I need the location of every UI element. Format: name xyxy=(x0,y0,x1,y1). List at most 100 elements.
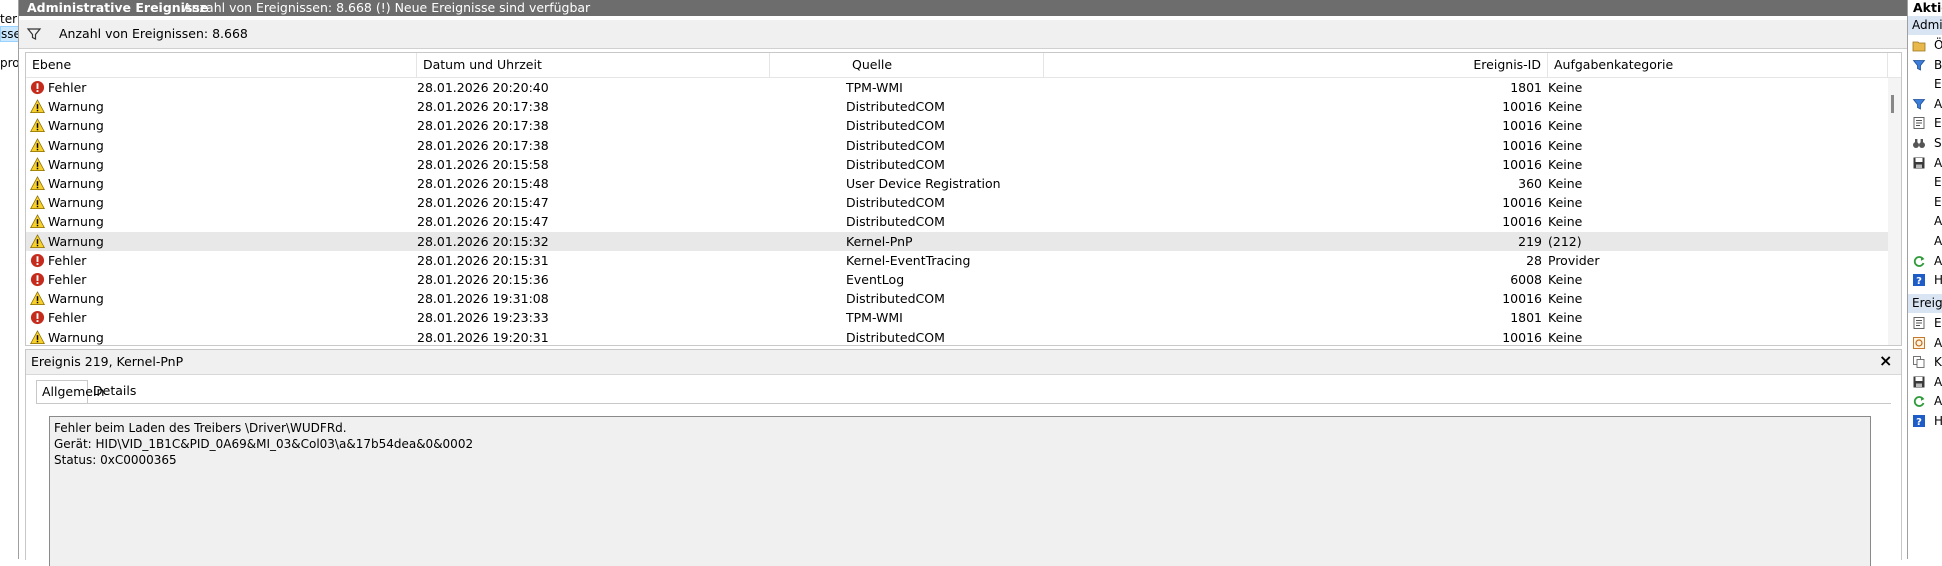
error-icon xyxy=(30,80,45,95)
action-item[interactable]: ?H xyxy=(1912,271,1942,290)
cell-date: 28.01.2026 20:15:31 xyxy=(417,252,549,268)
actions-list: AdmiÖBEAESAEEAAA?HEreigEAKAA?H xyxy=(1908,0,1942,559)
cell-date: 28.01.2026 19:31:08 xyxy=(417,291,549,307)
event-list-scrollbar[interactable] xyxy=(1888,78,1901,345)
level-label: Warnung xyxy=(48,99,104,115)
table-row[interactable]: Fehler 28.01.2026 19:23:33 TPM-WMI 1801 Kein… xyxy=(26,308,1888,327)
event-list[interactable]: Ebene Datum und Uhrzeit Ereignis-ID Aufg… xyxy=(25,52,1902,346)
action-label: E xyxy=(1934,316,1942,330)
cell-source: TPM-WMI xyxy=(846,310,903,326)
table-row[interactable]: Warnung 28.01.2026 19:20:31 DistributedCOM… xyxy=(26,328,1888,345)
cell-level: Fehler xyxy=(26,251,415,270)
action-item[interactable]: A xyxy=(1912,95,1942,114)
table-row[interactable]: Warnung 28.01.2026 19:31:08 DistributedCOM… xyxy=(26,289,1888,308)
action-item[interactable]: B xyxy=(1912,56,1942,75)
table-row[interactable]: Fehler 28.01.2026 20:15:36 EventLog 6008 Kei… xyxy=(26,270,1888,289)
actions-section-header[interactable]: Ereig xyxy=(1908,294,1942,313)
action-item[interactable]: S xyxy=(1912,134,1942,153)
cell-category: Keine xyxy=(1548,118,1583,134)
action-label: A xyxy=(1934,96,1942,111)
table-row[interactable]: Warnung 28.01.2026 20:17:38 DistributedCOM… xyxy=(26,116,1888,135)
table-row[interactable]: Warnung 28.01.2026 20:15:58 DistributedCOM… xyxy=(26,155,1888,174)
table-row[interactable]: Fehler 28.01.2026 20:15:31 Kernel-EventTra… xyxy=(26,251,1888,270)
cell-date: 28.01.2026 19:20:31 xyxy=(417,329,549,345)
action-item[interactable]: A xyxy=(1912,212,1942,231)
action-item[interactable]: A xyxy=(1912,334,1942,353)
level-label: Warnung xyxy=(48,291,104,307)
actions-section-header[interactable]: Admi xyxy=(1908,16,1942,35)
table-row[interactable]: Warnung 28.01.2026 20:15:47 DistributedCOM… xyxy=(26,212,1888,231)
column-header-source[interactable]: Quelle xyxy=(846,53,1044,77)
action-label: A xyxy=(1934,335,1942,350)
cell-category: Keine xyxy=(1548,195,1583,211)
open-folder-icon xyxy=(1912,41,1926,52)
cell-category: Keine xyxy=(1548,310,1583,326)
action-item[interactable]: A xyxy=(1912,392,1942,411)
cell-category: Provider xyxy=(1548,252,1600,268)
filter-icon xyxy=(26,28,42,40)
tree-fragment-selected[interactable]: sse xyxy=(0,26,18,42)
action-item[interactable]: A xyxy=(1912,252,1942,271)
action-label: E xyxy=(1934,194,1942,209)
cell-source: DistributedCOM xyxy=(846,214,945,230)
refresh-icon xyxy=(1913,255,1925,267)
cell-date: 28.01.2026 20:17:38 xyxy=(417,118,549,134)
level-label: Warnung xyxy=(48,214,104,230)
action-item[interactable]: A xyxy=(1912,232,1942,251)
column-header-category[interactable]: Aufgabenkategorie xyxy=(1548,53,1888,77)
table-row[interactable]: Warnung 28.01.2026 20:15:48 User Device Re… xyxy=(26,174,1888,193)
tab-general[interactable]: Allgemein xyxy=(36,380,104,404)
action-item[interactable]: K xyxy=(1912,353,1942,372)
action-item[interactable]: Ö xyxy=(1912,36,1942,55)
action-label: S xyxy=(1934,136,1942,150)
help-icon: ? xyxy=(1913,274,1925,287)
action-item[interactable]: E xyxy=(1912,193,1942,212)
action-item[interactable]: E xyxy=(1912,173,1942,192)
action-item[interactable]: ?H xyxy=(1912,412,1942,431)
cell-category: Keine xyxy=(1548,156,1583,172)
table-row[interactable]: Warnung 28.01.2026 20:17:38 DistributedCOM… xyxy=(26,97,1888,116)
scrollbar-thumb[interactable] xyxy=(1891,95,1894,113)
cell-level: Fehler xyxy=(26,78,415,97)
column-header-level[interactable]: Ebene xyxy=(26,53,417,77)
cell-level: Warnung xyxy=(26,328,415,345)
action-item[interactable]: E xyxy=(1912,314,1942,333)
level-label: Warnung xyxy=(48,233,104,249)
cell-date: 28.01.2026 20:15:58 xyxy=(417,156,549,172)
error-icon xyxy=(30,311,45,325)
tab-details[interactable]: Details xyxy=(88,380,136,404)
level-label: Warnung xyxy=(48,176,104,191)
event-count-notice: Anzahl von Ereignissen: 8.668 (!) Neue E… xyxy=(183,0,591,15)
action-item[interactable]: E xyxy=(1912,75,1942,94)
table-row[interactable]: Warnung 28.01.2026 20:15:47 DistributedCOM… xyxy=(26,193,1888,212)
cell-date: 28.01.2026 20:17:38 xyxy=(417,137,549,153)
cell-level: Warnung xyxy=(26,97,415,116)
table-row[interactable]: Warnung 28.01.2026 20:17:38 DistributedCOM… xyxy=(26,136,1888,155)
table-row[interactable]: Fehler 28.01.2026 20:20:40 TPM-WMI 1801 Kein… xyxy=(26,78,1888,97)
action-item[interactable]: A xyxy=(1912,373,1942,392)
warning-icon xyxy=(30,137,45,152)
detail-title: Ereignis 219, Kernel-PnP xyxy=(31,354,184,369)
cell-source: DistributedCOM xyxy=(846,137,945,153)
close-icon[interactable]: × xyxy=(1879,352,1892,370)
save-icon xyxy=(1913,157,1925,169)
cell-source: User Device Registration xyxy=(846,176,1001,191)
cell-level: Warnung xyxy=(26,174,415,193)
action-item[interactable]: E xyxy=(1912,114,1942,133)
table-row[interactable]: Warnung 28.01.2026 20:15:32 Kernel-PnP 219 (… xyxy=(26,231,1888,251)
level-label: Warnung xyxy=(48,195,104,211)
action-item[interactable]: A xyxy=(1912,154,1942,173)
tree-fragment[interactable]: ter xyxy=(0,12,17,26)
cell-category: Keine xyxy=(1548,99,1583,115)
cell-category: (212) xyxy=(1548,233,1582,249)
tree-fragment[interactable]: pro xyxy=(0,56,18,70)
cell-category: Keine xyxy=(1548,137,1583,153)
column-header-date[interactable]: Datum und Uhrzeit xyxy=(417,53,770,77)
cell-level: Warnung xyxy=(26,116,415,135)
save-icon xyxy=(1913,376,1925,388)
message-line: Gerät: HID\VID_1B1C&PID_0A69&MI_03&Col03… xyxy=(54,437,474,451)
navigation-tree-pane[interactable]: ter sse pro xyxy=(0,0,19,559)
attach-task-icon xyxy=(1913,336,1925,349)
column-header-event-id[interactable]: Ereignis-ID xyxy=(1044,53,1548,77)
event-message-box[interactable]: Fehler beim Laden des Treibers \Driver\W… xyxy=(49,416,1871,566)
